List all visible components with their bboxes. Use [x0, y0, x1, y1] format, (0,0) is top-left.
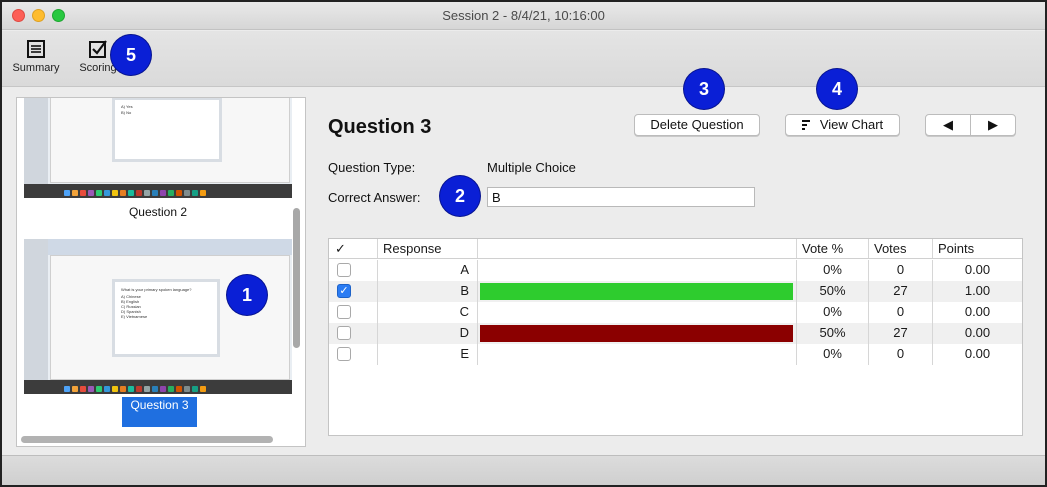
points-cell[interactable]: 0.00	[933, 302, 1022, 323]
response-cell: E	[378, 344, 478, 365]
chart-icon	[801, 120, 810, 130]
points-cell[interactable]: 1.00	[933, 281, 1022, 302]
question-3-thumbnail[interactable]: What is your primary spoken language? A)…	[24, 239, 292, 394]
vote-bar-cell	[478, 344, 797, 365]
votes-cell: 0	[869, 260, 933, 281]
left-arrow-icon: ◀	[943, 117, 953, 132]
vote-bar	[480, 283, 793, 300]
table-row[interactable]: C 0% 0 0.00	[329, 302, 1022, 323]
right-arrow-icon: ▶	[988, 117, 998, 132]
app-window: Session 2 - 8/4/21, 10:16:00 Summary Sco…	[0, 0, 1047, 487]
header-vote-percent[interactable]: Vote %	[797, 239, 869, 258]
table-row[interactable]: A 0% 0 0.00	[329, 260, 1022, 281]
correct-answer-field[interactable]	[487, 187, 755, 207]
callout-badge: 3	[684, 69, 724, 109]
response-cell: D	[378, 323, 478, 344]
callout-badge: 5	[111, 35, 151, 75]
thumbnail-dock	[24, 184, 292, 198]
thumbnail-dock	[24, 380, 292, 394]
title-bar: Session 2 - 8/4/21, 10:16:00	[2, 2, 1045, 30]
vote-bar	[480, 325, 793, 342]
thumbnail-slide: What is your primary spoken language? A)…	[112, 279, 220, 357]
question-thumbnail-list[interactable]: A) Yes B) No Question 2 What is your pri…	[16, 97, 306, 447]
view-chart-label: View Chart	[819, 117, 884, 132]
header-bar	[478, 239, 797, 258]
vote-percent-cell: 0%	[797, 344, 869, 365]
thumbnail-line: E) Vietnamese	[121, 314, 148, 319]
delete-question-button[interactable]: Delete Question	[634, 114, 760, 136]
thumbnail-sidebar	[24, 98, 48, 184]
header-response[interactable]: Response	[378, 239, 478, 258]
header-votes[interactable]: Votes	[869, 239, 933, 258]
row-check-cell: ✓	[329, 281, 378, 302]
vote-percent-cell: 50%	[797, 323, 869, 344]
vote-bar-cell	[478, 260, 797, 281]
checkbox-icon	[89, 40, 107, 58]
thumbnail-horizontal-scrollbar[interactable]	[21, 436, 273, 443]
thumbnail-ribbon	[48, 239, 292, 255]
correct-answer-checkbox[interactable]: ✓	[337, 284, 351, 298]
thumbnail-vertical-scrollbar[interactable]	[293, 208, 300, 348]
points-cell[interactable]: 0.00	[933, 260, 1022, 281]
thumbnail-slide: A) Yes B) No	[112, 98, 222, 162]
correct-answer-checkbox[interactable]	[337, 305, 351, 319]
callout-badge: 2	[440, 176, 480, 216]
correct-answer-checkbox[interactable]	[337, 326, 351, 340]
summary-label: Summary	[12, 62, 60, 74]
question-2-thumbnail[interactable]: A) Yes B) No	[24, 98, 292, 198]
callout-badge: 4	[817, 69, 857, 109]
points-cell[interactable]: 0.00	[933, 344, 1022, 365]
vote-percent-cell: 0%	[797, 260, 869, 281]
table-header-row: ✓ Response Vote % Votes Points	[329, 239, 1022, 259]
question-3-label[interactable]: Question 3	[122, 397, 197, 427]
question-title: Question 3	[328, 116, 432, 138]
table-row[interactable]: E 0% 0 0.00	[329, 344, 1022, 365]
correct-answer-checkbox[interactable]	[337, 263, 351, 277]
thumbnail-line: What is your primary spoken language?	[121, 287, 192, 292]
question-type-label: Question Type:	[328, 160, 416, 175]
votes-cell: 0	[869, 344, 933, 365]
callout-badge: 1	[227, 275, 267, 315]
votes-cell: 0	[869, 302, 933, 323]
status-bar	[2, 455, 1045, 485]
toolbar: Summary Scoring	[2, 31, 1045, 87]
list-icon	[27, 40, 45, 58]
row-check-cell	[329, 260, 378, 281]
window-title: Session 2 - 8/4/21, 10:16:00	[442, 8, 605, 23]
response-cell: A	[378, 260, 478, 281]
summary-button[interactable]: Summary	[12, 39, 60, 74]
view-chart-button[interactable]: View Chart	[785, 114, 900, 136]
votes-cell: 27	[869, 281, 933, 302]
question-type-value: Multiple Choice	[487, 160, 576, 175]
correct-answer-checkbox[interactable]	[337, 347, 351, 361]
row-check-cell	[329, 323, 378, 344]
previous-question-button[interactable]: ◀	[925, 114, 971, 136]
vote-bar-cell	[478, 281, 797, 302]
header-check: ✓	[329, 239, 378, 258]
thumbnail-line: B) No	[121, 110, 132, 115]
correct-answer-label: Correct Answer:	[328, 190, 421, 205]
thumbnail-sidebar	[24, 239, 48, 380]
response-cell: C	[378, 302, 478, 323]
votes-cell: 27	[869, 323, 933, 344]
row-check-cell	[329, 344, 378, 365]
vote-percent-cell: 0%	[797, 302, 869, 323]
header-points[interactable]: Points	[933, 239, 1022, 258]
vote-bar-cell	[478, 323, 797, 344]
question-2-label[interactable]: Question 2	[24, 205, 292, 219]
next-question-button[interactable]: ▶	[970, 114, 1016, 136]
row-check-cell	[329, 302, 378, 323]
vote-percent-cell: 50%	[797, 281, 869, 302]
thumbnail-line: A) Yes	[121, 104, 133, 109]
points-cell[interactable]: 0.00	[933, 323, 1022, 344]
scoring-label: Scoring	[79, 62, 117, 74]
vote-bar-cell	[478, 302, 797, 323]
table-row[interactable]: ✓ B 50% 27 1.00	[329, 281, 1022, 302]
response-cell: B	[378, 281, 478, 302]
table-row[interactable]: D 50% 27 0.00	[329, 323, 1022, 344]
responses-table: ✓ Response Vote % Votes Points A 0% 0 0.00 ✓…	[328, 238, 1023, 436]
